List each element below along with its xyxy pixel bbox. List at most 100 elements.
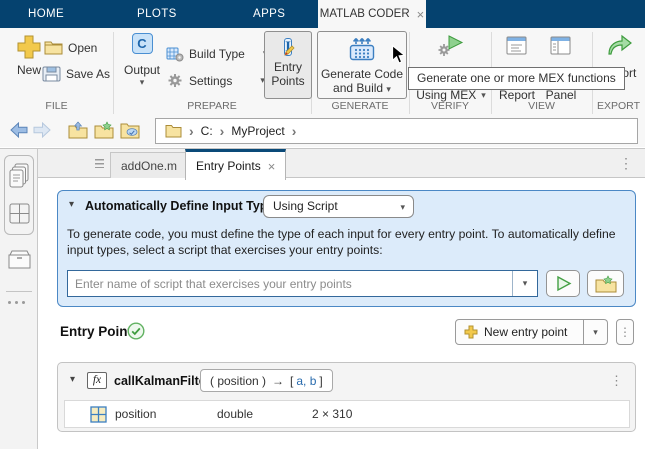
tooltip: Generate one or more MEX functions: [408, 67, 625, 90]
argument-row[interactable]: position double 2 × 310: [64, 400, 630, 428]
verify-button[interactable]: [430, 35, 470, 63]
back-button[interactable]: [8, 119, 30, 141]
function-signature-badge[interactable]: ( position ) → [ a, b ]: [200, 369, 333, 392]
panel-button[interactable]: [549, 36, 571, 58]
save-icon: [42, 66, 61, 82]
signature-inputs: ( position ): [210, 374, 266, 388]
gear-icon: [166, 72, 184, 89]
new-entry-point-button[interactable]: New entry point: [455, 319, 584, 345]
toolstrip-tab-bar: HOME PLOTS APPS MATLAB CODER ×: [0, 0, 645, 28]
generate-code-button[interactable]: Generate Code and Build ▾: [317, 31, 407, 99]
entry-points-page: ▾ Automatically Define Input Types Using…: [38, 178, 645, 449]
folder-open-icon: [44, 40, 63, 55]
folder-new-icon: [94, 121, 114, 139]
doc-tab-addone-label: addOne.m: [121, 159, 177, 173]
document-tab-strip: addOne.m × Entry Points × ⋮: [38, 148, 645, 178]
new-entry-point-label: New entry point: [484, 325, 567, 339]
settings-button[interactable]: Settings ▾: [166, 72, 265, 89]
generate-button-label-line2: and Build: [333, 81, 383, 95]
open-button-label: Open: [68, 41, 97, 55]
collapse-triangle-icon[interactable]: ▾: [69, 199, 74, 210]
generate-button-label-line1: Generate Code: [318, 67, 406, 81]
browse-script-button[interactable]: [587, 270, 624, 297]
output-button[interactable]: C Output ▾: [118, 33, 166, 88]
signature-bracket-close: ]: [319, 374, 322, 388]
cloud-folder-button[interactable]: [119, 119, 141, 141]
section-label-export: EXPORT: [592, 100, 645, 113]
up-one-level-button[interactable]: [67, 119, 89, 141]
entry-points-icon: I: [284, 38, 292, 56]
open-button[interactable]: Open: [44, 40, 97, 55]
script-name-input[interactable]: [68, 271, 512, 296]
tab-matlab-coder[interactable]: MATLAB CODER ×: [318, 0, 426, 28]
entry-point-menu-button[interactable]: ⋮: [610, 373, 623, 389]
script-input-dropdown[interactable]: ▾: [512, 271, 537, 296]
documents-stack-icon: [9, 163, 30, 189]
section-label-view: VIEW: [491, 100, 592, 113]
script-input-wrapper: ▾: [67, 270, 538, 297]
mouse-cursor-icon: [391, 44, 405, 65]
tab-strip-grip-icon[interactable]: [95, 159, 104, 168]
export-arrow-icon: [605, 33, 633, 56]
signature-outputs: a, b: [296, 374, 316, 388]
save-as-button[interactable]: Save As: [42, 66, 110, 82]
entry-points-menu-button[interactable]: ⋮: [616, 319, 634, 345]
sidebar-button-group: [4, 155, 34, 235]
tab-plots[interactable]: PLOTS: [137, 0, 177, 28]
run-script-button[interactable]: [546, 270, 580, 297]
archive-box-icon: [7, 249, 32, 270]
left-sidebar: [0, 148, 38, 449]
panel-title: Automatically Define Input Types: [85, 199, 281, 213]
chevron-right-icon: ›: [189, 124, 194, 138]
build-type-icon: [166, 45, 184, 62]
sidebar-documents-button[interactable]: [8, 160, 30, 192]
new-folder-button[interactable]: [93, 119, 115, 141]
chevron-down-icon: ▾: [593, 327, 598, 338]
chevron-down-icon: ▾: [400, 197, 405, 218]
sidebar-archive-button[interactable]: [6, 247, 32, 271]
build-type-button[interactable]: Build Type ▾: [166, 45, 267, 62]
check-circle-icon: [127, 322, 145, 340]
breadcrumb-item-drive[interactable]: C:: [201, 124, 213, 138]
tab-apps[interactable]: APPS: [253, 0, 285, 28]
sidebar-layout-button[interactable]: [8, 198, 30, 228]
matlab-coder-window: HOME PLOTS APPS MATLAB CODER × New Open …: [0, 0, 645, 449]
define-method-dropdown[interactable]: Using Script ▾: [263, 195, 414, 218]
layout-grid-icon: [9, 203, 30, 224]
doc-tab-entry-points-label: Entry Points: [196, 159, 261, 173]
tab-strip-menu-button[interactable]: ⋮: [619, 155, 633, 172]
forward-button[interactable]: [31, 119, 53, 141]
close-tab-icon[interactable]: ×: [417, 7, 425, 22]
entry-points-label-line2: Points: [265, 74, 311, 88]
save-as-button-label: Save As: [66, 67, 110, 81]
close-icon[interactable]: ×: [268, 159, 276, 174]
matrix-icon: [90, 406, 107, 423]
doc-tab-entry-points[interactable]: Entry Points ×: [185, 149, 286, 180]
address-breadcrumb[interactable]: › C: › MyProject ›: [155, 118, 638, 144]
entry-points-toggle-button[interactable]: I Entry Points: [264, 31, 312, 99]
folder-up-icon: [68, 121, 88, 139]
panel-description: To generate code, you must define the ty…: [67, 227, 633, 258]
tab-home[interactable]: HOME: [28, 0, 64, 28]
argument-type[interactable]: double: [217, 407, 253, 421]
folder-icon: [165, 124, 182, 138]
section-label-generate: GENERATE: [311, 100, 409, 113]
output-c-icon: C: [132, 33, 153, 54]
signature-bracket-open: [: [290, 374, 293, 388]
address-bar: › C: › MyProject ›: [0, 114, 645, 147]
breadcrumb-item-folder[interactable]: MyProject: [231, 124, 284, 138]
back-arrow-icon: [10, 122, 28, 138]
overflow-dots-icon[interactable]: [8, 301, 25, 304]
new-entry-point-dropdown[interactable]: ▾: [584, 319, 608, 345]
chevron-down-icon: ▾: [386, 84, 391, 94]
chevron-down-icon: ▾: [481, 90, 486, 101]
report-button[interactable]: [505, 36, 527, 58]
collapse-triangle-icon[interactable]: ▾: [70, 374, 75, 385]
argument-size[interactable]: 2 × 310: [312, 407, 352, 421]
chevron-down-icon: ▾: [523, 278, 528, 289]
report-window-icon: [506, 36, 527, 55]
pencil-icon: [283, 45, 295, 57]
folder-cloud-icon: [120, 121, 140, 139]
panel-window-icon: [550, 36, 571, 55]
tab-matlab-coder-label: MATLAB CODER: [320, 8, 410, 20]
